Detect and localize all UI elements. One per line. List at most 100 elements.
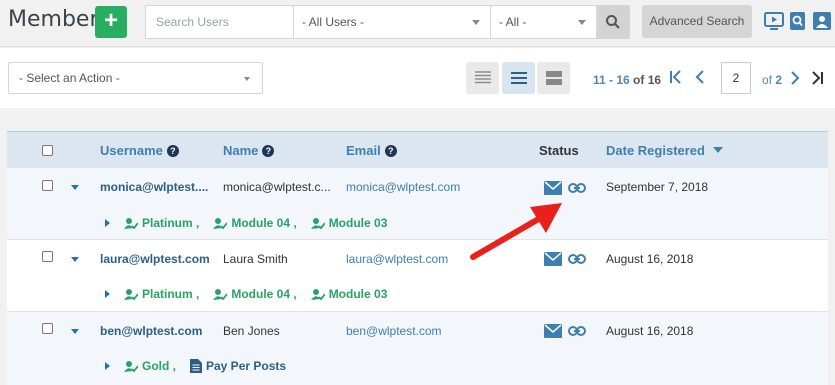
level-label: Module 04 , [231, 216, 297, 230]
column-email[interactable]: Email? [346, 143, 397, 158]
pay-per-post-tag[interactable]: Pay Per Posts [190, 359, 286, 373]
select-all-checkbox[interactable] [42, 145, 53, 156]
expand-caret-icon[interactable] [71, 185, 79, 190]
row-username[interactable]: ben@wlptest.com [100, 324, 202, 338]
row-username[interactable]: monica@wlptest.... [100, 180, 208, 194]
column-username-label: Username [100, 143, 163, 158]
user-check-icon [310, 217, 325, 229]
level-tag[interactable]: Module 03 [310, 287, 388, 301]
level-tag[interactable]: Module 03 [310, 216, 387, 230]
document-icon [190, 359, 202, 373]
pager-page-count: 2 [775, 73, 783, 87]
user-card-icon[interactable] [812, 11, 832, 31]
table-row: monica@wlptest.... monica@wlptest.c... m… [7, 168, 828, 240]
pager-total: 16 [647, 73, 662, 87]
level-label: Platinum , [142, 216, 200, 230]
level-tag[interactable]: Module 04 , [213, 287, 297, 301]
chevron-down-icon [244, 77, 250, 81]
pager-range: 11 - 16 [593, 73, 630, 87]
mail-icon[interactable] [544, 324, 562, 338]
table-row: ben@wlptest.com Ben Jones ben@wlptest.co… [7, 312, 828, 385]
column-name[interactable]: Name? [223, 143, 275, 158]
pager-info: 11 - 16 of 16 [593, 73, 661, 87]
help-icon[interactable]: ? [384, 145, 397, 157]
row-email[interactable]: ben@wlptest.com [346, 324, 442, 338]
level-tag[interactable]: Module 04 , [213, 216, 297, 230]
help-icon[interactable]: ? [166, 145, 179, 157]
bulk-action-select[interactable]: - Select an Action - [8, 62, 263, 94]
expand-caret-icon[interactable] [71, 257, 79, 262]
row-username[interactable]: laura@wlptest.com [100, 252, 210, 266]
level-label: Gold , [142, 359, 176, 373]
view-list-button[interactable] [502, 62, 535, 94]
video-icon[interactable] [764, 11, 784, 31]
level-label: Module 04 , [231, 287, 297, 301]
pay-per-post-label: Pay Per Posts [206, 359, 287, 373]
user-check-icon [124, 360, 138, 372]
view-compact-button[interactable] [466, 62, 499, 94]
pager-of-pages-label: of [762, 73, 773, 87]
next-page-icon[interactable] [786, 69, 804, 87]
status-filter-select[interactable]: - All - [491, 6, 597, 38]
first-page-icon[interactable] [667, 68, 685, 86]
row-email[interactable]: monica@wlptest.com [346, 180, 460, 194]
row-checkbox[interactable] [42, 323, 53, 334]
search-doc-icon[interactable] [788, 11, 808, 31]
user-check-icon [213, 217, 228, 229]
search-input[interactable] [146, 6, 294, 38]
action-bar: - Select an Action - 11 - 16 of 16 [0, 48, 835, 108]
row-checkbox[interactable] [42, 180, 53, 191]
pager-pages: of 2 [762, 73, 782, 87]
row-levels: Platinum , Module 04 , Module 03 [105, 216, 401, 230]
column-email-label: Email [346, 143, 381, 158]
expand-levels-icon[interactable] [105, 290, 110, 298]
view-expanded-button[interactable] [537, 62, 570, 94]
list-compact-icon [474, 71, 491, 84]
list-icon [510, 72, 527, 84]
prev-page-icon[interactable] [691, 68, 709, 86]
link-icon[interactable] [568, 181, 586, 195]
row-name: Ben Jones [223, 324, 280, 338]
user-filter-value: - All Users - [302, 15, 365, 29]
chevron-down-icon [578, 20, 586, 25]
row-date: August 16, 2018 [606, 252, 694, 266]
row-date: August 16, 2018 [606, 324, 694, 338]
level-label: Module 03 [328, 287, 388, 301]
advanced-search-button[interactable]: Advanced Search [642, 5, 752, 38]
link-icon[interactable] [568, 324, 586, 338]
user-check-icon [124, 288, 138, 300]
link-icon[interactable] [568, 252, 586, 266]
level-tag[interactable]: Platinum , [124, 287, 199, 301]
mail-icon[interactable] [544, 181, 562, 195]
level-label: Platinum , [142, 287, 200, 301]
grid-rows-icon [545, 71, 562, 85]
user-check-icon [213, 288, 228, 300]
level-tag[interactable]: Gold , [124, 359, 176, 373]
top-icon-group [764, 11, 832, 31]
column-name-label: Name [223, 143, 259, 158]
chevron-down-icon [472, 20, 480, 25]
table-header: Username? Name? Email? Status Date Regis… [7, 131, 828, 168]
row-email[interactable]: laura@wlptest.com [346, 252, 448, 266]
top-bar: Members + - All Users - - All - Advanced… [0, 0, 835, 47]
last-page-icon[interactable] [808, 69, 826, 87]
table-row: laura@wlptest.com Laura Smith laura@wlpt… [7, 240, 828, 312]
level-tag[interactable]: Platinum , [124, 216, 199, 230]
search-button[interactable] [597, 6, 629, 38]
add-member-button[interactable]: + [95, 6, 127, 38]
column-username[interactable]: Username? [100, 143, 179, 158]
pager-of-label: of [633, 73, 645, 87]
row-levels: Gold , Pay Per Posts [105, 359, 300, 373]
expand-caret-icon[interactable] [71, 329, 79, 334]
help-icon[interactable]: ? [262, 145, 275, 157]
expand-levels-icon[interactable] [105, 219, 110, 227]
column-status: Status [539, 143, 579, 158]
row-checkbox[interactable] [42, 251, 53, 262]
page-number-input[interactable]: 2 [721, 62, 751, 94]
sort-desc-icon [712, 147, 723, 153]
user-filter-select[interactable]: - All Users - [294, 6, 491, 38]
search-icon [606, 15, 620, 29]
column-date-registered[interactable]: Date Registered [606, 143, 723, 158]
user-check-icon [310, 288, 325, 300]
expand-levels-icon[interactable] [105, 362, 110, 370]
